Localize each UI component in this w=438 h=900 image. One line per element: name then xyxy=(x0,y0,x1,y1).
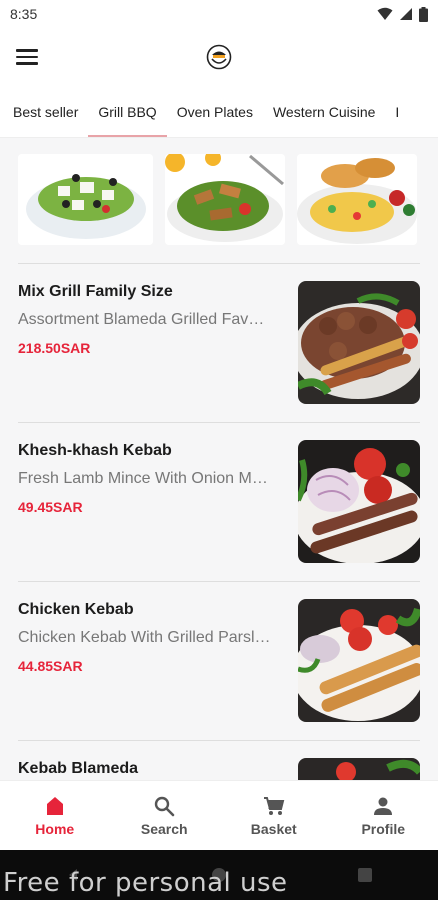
nav-home-label: Home xyxy=(35,820,75,837)
item-description: Chicken Kebab With Grilled Parsl… xyxy=(18,629,271,646)
banner-carousel[interactable] xyxy=(18,154,420,245)
item-price: 44.85SAR xyxy=(18,658,83,674)
nav-basket[interactable]: Basket xyxy=(219,781,329,850)
nav-profile-label: Profile xyxy=(361,820,406,837)
recents-icon[interactable] xyxy=(357,867,373,883)
fattoush-salad-image xyxy=(165,154,285,245)
tab-western-cuisine[interactable]: Western Cuisine xyxy=(263,86,385,137)
wifi-icon xyxy=(377,7,393,20)
back-icon[interactable] xyxy=(65,867,81,883)
battery-icon xyxy=(419,6,428,22)
item-description: Assortment Blameda Grilled Fav… xyxy=(18,311,265,328)
search-icon xyxy=(155,796,175,816)
chef-logo-icon xyxy=(206,44,232,70)
item-name: Chicken Kebab xyxy=(18,601,134,618)
chicken-kebab-image xyxy=(298,599,420,722)
menu-item-khesh-khash-kebab[interactable]: Khesh-khash Kebab Fresh Lamb Mince With … xyxy=(0,423,438,573)
khesh-khash-kebab-image xyxy=(298,440,420,563)
basket-icon xyxy=(263,796,285,815)
item-price: 49.45SAR xyxy=(18,499,83,515)
home-icon xyxy=(46,796,63,815)
signal-icon xyxy=(400,8,412,20)
menu-item-mix-grill[interactable]: Mix Grill Family Size Assortment Blameda… xyxy=(0,264,438,414)
category-tabs: Best seller Grill BBQ Oven Plates Wester… xyxy=(0,86,438,138)
nav-profile[interactable]: Profile xyxy=(329,781,438,850)
menu-item-kebab-blameda[interactable]: Kebab Blameda xyxy=(0,741,438,780)
menu-content[interactable]: Mix Grill Family Size Assortment Blameda… xyxy=(0,138,438,780)
mix-grill-image xyxy=(298,281,420,404)
tab-more-partial[interactable]: I xyxy=(385,86,409,137)
nav-basket-label: Basket xyxy=(250,820,297,837)
kebab-blameda-image xyxy=(298,758,420,780)
item-price: 218.50SAR xyxy=(18,340,91,356)
hamburger-menu-icon[interactable] xyxy=(14,45,40,69)
tab-grill-bbq[interactable]: Grill BBQ xyxy=(88,86,168,137)
grilled-platter-image xyxy=(297,154,417,245)
greek-salad-image xyxy=(18,154,153,245)
item-name: Kebab Blameda xyxy=(18,760,139,777)
nav-home[interactable]: Home xyxy=(0,781,110,850)
status-time: 8:35 xyxy=(10,6,38,22)
nav-search-label: Search xyxy=(140,820,188,837)
profile-icon xyxy=(374,797,393,815)
app-bar xyxy=(0,28,438,86)
nav-search[interactable]: Search xyxy=(110,781,220,850)
system-navigation-bar xyxy=(0,850,438,900)
tab-oven-plates[interactable]: Oven Plates xyxy=(167,86,263,137)
item-name: Khesh-khash Kebab xyxy=(18,442,172,459)
home-button-icon[interactable] xyxy=(211,867,227,883)
status-bar: 8:35 xyxy=(0,0,438,28)
item-name: Mix Grill Family Size xyxy=(18,283,173,300)
tab-best-seller[interactable]: Best seller xyxy=(0,86,88,137)
menu-item-chicken-kebab[interactable]: Chicken Kebab Chicken Kebab With Grilled… xyxy=(0,582,438,732)
item-description: Fresh Lamb Mince With Onion M… xyxy=(18,470,268,487)
bottom-navigation: Home Search Basket Profile xyxy=(0,780,438,850)
